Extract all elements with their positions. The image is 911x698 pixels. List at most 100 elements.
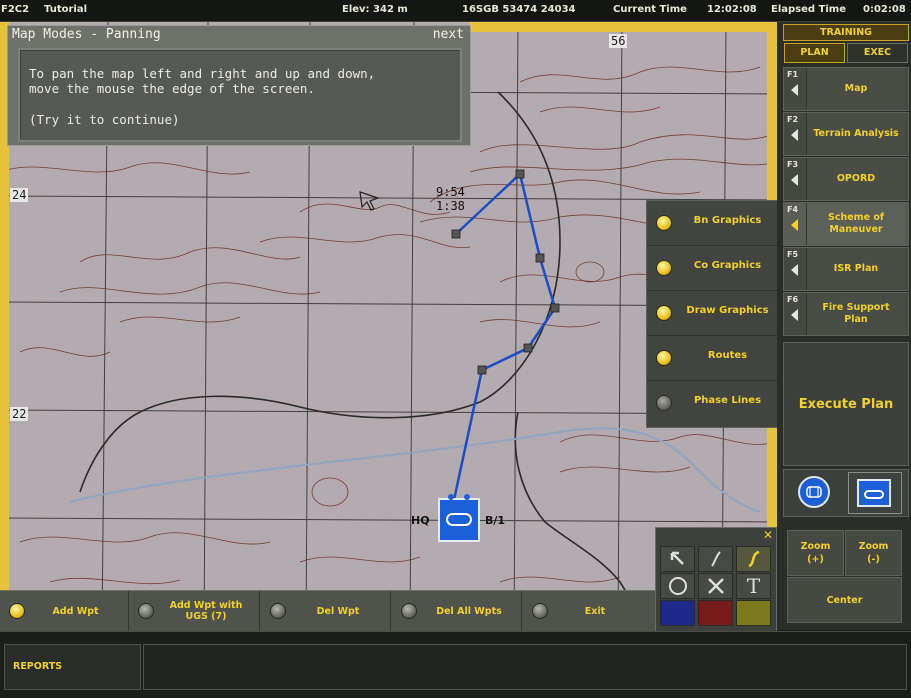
company-view-button[interactable] <box>848 472 902 514</box>
bn-graphics-toggle[interactable]: Bn Graphics <box>647 201 778 246</box>
toggle-off-icon <box>656 395 672 411</box>
tutorial-line: To pan the map left and right and up and… <box>29 66 376 81</box>
radio-off-icon <box>138 603 154 619</box>
draw-graphics-toggle[interactable]: Draw Graphics <box>647 291 778 336</box>
toggle-label: Phase Lines <box>693 395 762 406</box>
f2-terrain-analysis-button[interactable]: F2 Terrain Analysis <box>783 112 909 156</box>
unit-circle-icon <box>806 486 822 498</box>
zoom-out-button[interactable]: Zoom (-) <box>845 530 902 576</box>
training-badge: TRAINING <box>783 24 909 41</box>
button-label: Del All Wpts <box>436 605 502 617</box>
button-label: Exit <box>584 605 606 617</box>
button-label-line: Plan <box>844 314 868 325</box>
unit-hq-label: HQ <box>411 514 430 527</box>
route-time-1: 9:54 <box>436 185 465 199</box>
toggle-label: Routes <box>707 350 748 361</box>
platoon-view-button[interactable] <box>798 476 830 508</box>
unit-symbol[interactable] <box>438 494 480 542</box>
graphics-menu: Bn Graphics Co Graphics Draw Graphics Ro… <box>646 200 779 428</box>
unit-view-buttons <box>783 469 909 517</box>
bottom-panel: REPORTS <box>0 631 911 698</box>
circle-tool[interactable] <box>660 573 695 599</box>
button-label: Terrain Analysis <box>806 113 905 155</box>
curve-line-icon <box>747 550 759 568</box>
caret-left-icon <box>791 309 798 321</box>
armor-symbol-icon <box>446 513 472 526</box>
close-icon[interactable]: ✕ <box>763 528 773 542</box>
routes-toggle[interactable]: Routes <box>647 336 778 381</box>
toggle-on-icon <box>656 305 672 321</box>
color-red-swatch[interactable] <box>698 600 733 626</box>
route-time-2: 1:38 <box>436 199 465 213</box>
toggle-on-icon <box>656 215 672 231</box>
radio-on-icon <box>9 603 25 619</box>
add-wpt-ugs-button[interactable]: Add Wpt with UGS (7) <box>129 591 260 631</box>
button-label: Add Wpt <box>52 605 99 617</box>
del-wpt-button[interactable]: Del Wpt <box>260 591 391 631</box>
toggle-label: Bn Graphics <box>693 215 762 226</box>
tutorial-line: (Try it to continue) <box>29 112 180 127</box>
mode-label: Tutorial <box>44 4 88 15</box>
button-label-line: (-) <box>867 554 880 565</box>
f4-scheme-of-maneuver-button[interactable]: F4 Scheme of Maneuver <box>783 202 909 246</box>
toggle-on-icon <box>656 260 672 276</box>
elapsed-time: 0:02:08 <box>863 4 906 15</box>
button-label: Fire Support Plan <box>806 293 905 335</box>
phase-lines-toggle[interactable]: Phase Lines <box>647 381 778 425</box>
f1-map-button[interactable]: F1 Map <box>783 67 909 111</box>
tab-exec[interactable]: EXEC <box>847 43 908 63</box>
execute-plan-button[interactable]: Execute Plan <box>783 342 909 466</box>
grid-label-top: 56 <box>609 34 628 48</box>
x-mark-icon <box>707 578 724 594</box>
freehand-line-icon <box>710 551 721 567</box>
function-key-label: F6 <box>787 295 799 304</box>
radio-off-icon <box>270 603 286 619</box>
map-edge-top <box>469 22 777 32</box>
tab-plan[interactable]: PLAN <box>784 43 845 63</box>
add-wpt-button[interactable]: Add Wpt <box>0 591 129 631</box>
zoom-in-button[interactable]: Zoom (+) <box>787 530 844 576</box>
grid-label-left-upper: 24 <box>10 188 29 202</box>
co-graphics-toggle[interactable]: Co Graphics <box>647 246 778 291</box>
draw-palette: ✕ T <box>655 527 777 632</box>
reports-button[interactable]: REPORTS <box>4 644 141 690</box>
unit-pip <box>448 494 454 500</box>
x-mark-tool[interactable] <box>698 573 733 599</box>
button-label: Add Wpt with UGS (7) <box>157 591 255 631</box>
button-label: REPORTS <box>13 661 63 672</box>
f6-fire-support-plan-button[interactable]: F6 Fire Support Plan <box>783 292 909 336</box>
select-arrow-tool[interactable] <box>660 546 695 572</box>
waypoint-toolbar: Add Wpt Add Wpt with UGS (7) Del Wpt Del… <box>0 590 655 631</box>
button-label-line: Scheme of <box>828 212 884 223</box>
caret-left-icon <box>791 174 798 186</box>
function-key-label: F3 <box>787 160 799 169</box>
button-label-line: Maneuver <box>829 224 883 235</box>
button-label: Del Wpt <box>316 605 360 617</box>
color-olive-swatch[interactable] <box>736 600 771 626</box>
armor-symbol-icon <box>864 490 884 499</box>
f3-opord-button[interactable]: F3 OPORD <box>783 157 909 201</box>
center-button[interactable]: Center <box>787 577 902 623</box>
current-time-label: Current Time <box>613 4 687 15</box>
text-tool[interactable]: T <box>736 573 771 599</box>
button-label-line: Zoom <box>858 541 889 552</box>
function-key-label: F5 <box>787 250 799 259</box>
caret-left-icon <box>791 219 798 231</box>
del-all-wpts-button[interactable]: Del All Wpts <box>391 591 522 631</box>
freehand-tool[interactable] <box>698 546 733 572</box>
exit-button[interactable]: Exit <box>522 591 655 631</box>
button-label-line: Add Wpt with <box>169 600 243 611</box>
curve-tool[interactable] <box>736 546 771 572</box>
message-area <box>143 644 907 690</box>
unit-pip <box>464 494 470 500</box>
tutorial-line: move the mouse the edge of the screen. <box>29 81 315 96</box>
caret-left-icon <box>791 129 798 141</box>
color-blue-swatch[interactable] <box>660 600 695 626</box>
status-bar: F2C2 Tutorial Elev: 342 m 16SGB 53474 24… <box>0 0 911 22</box>
tutorial-title: Map Modes - Panning <box>12 27 161 42</box>
next-link[interactable]: next <box>433 27 464 42</box>
button-label-line: (+) <box>807 554 824 565</box>
f5-isr-plan-button[interactable]: F5 ISR Plan <box>783 247 909 291</box>
radio-off-icon <box>401 603 417 619</box>
circle-icon <box>668 577 687 595</box>
